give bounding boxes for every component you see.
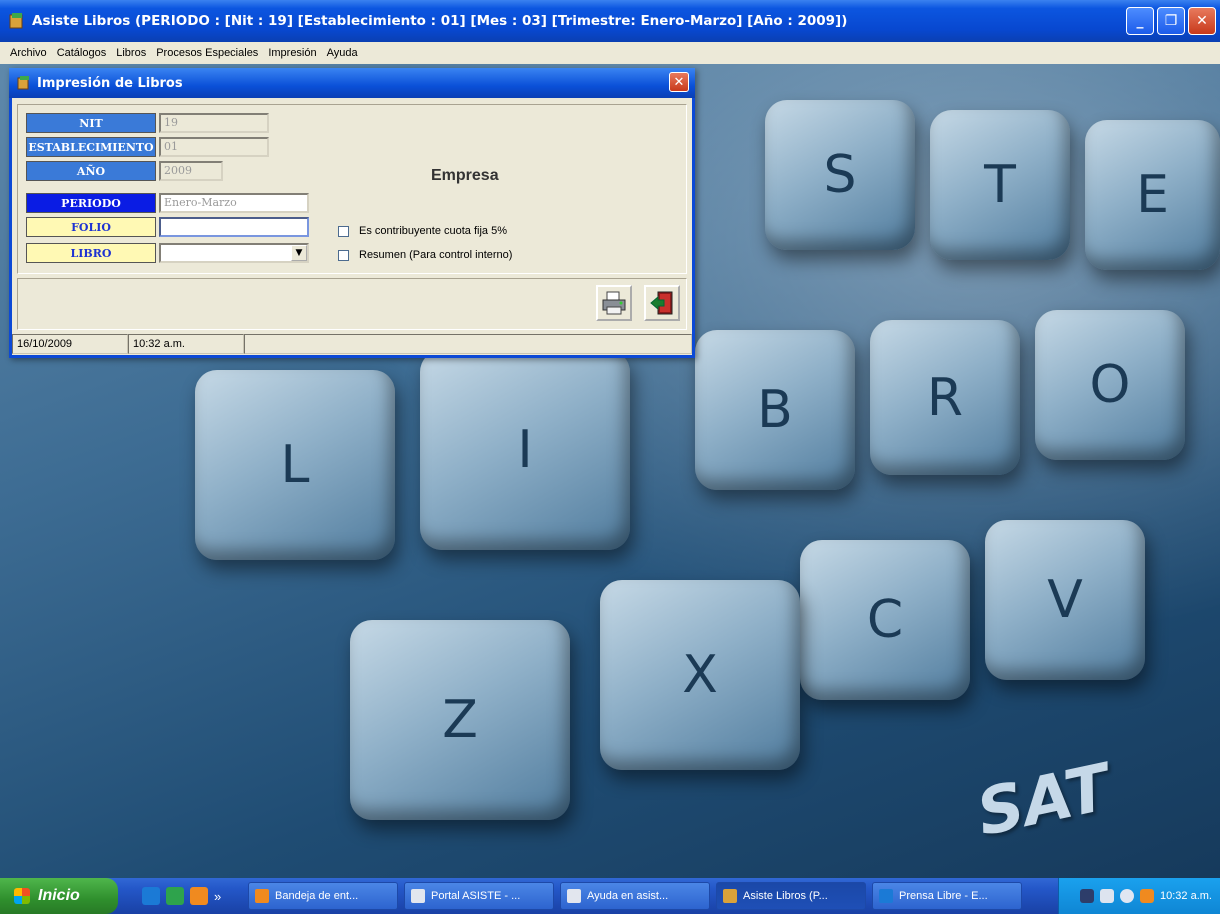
anio-field: 2009: [159, 161, 223, 181]
libro-select[interactable]: ▼: [159, 243, 309, 263]
impresion-libros-dialog: Impresión de Libros ✕ NIT 19 ESTABLECIMI…: [9, 68, 695, 358]
windows-flag-icon: [14, 888, 30, 904]
chevron-right-icon[interactable]: »: [214, 889, 221, 904]
form-panel: NIT 19 ESTABLECIMIENTO 01 AÑO 2009 Empre…: [17, 104, 687, 274]
sat-logo: SAT: [970, 750, 1117, 852]
menu-catalogos[interactable]: Catálogos: [57, 47, 107, 59]
outlook-task-icon: [255, 889, 269, 903]
menu-libros[interactable]: Libros: [116, 47, 146, 59]
task-prensa-libre[interactable]: Prensa Libre - E...: [872, 882, 1022, 910]
folio-input[interactable]: [159, 217, 309, 237]
task-asiste-libros[interactable]: Asiste Libros (P...: [716, 882, 866, 910]
main-window-titlebar[interactable]: Asiste Libros (PERIODO : [Nit : 19] [Est…: [0, 0, 1220, 42]
libro-label: LIBRO: [26, 243, 156, 263]
wallpaper-key-x: X: [600, 580, 800, 770]
system-tray: 10:32 a.m.: [1058, 878, 1220, 914]
printer-icon: [602, 291, 626, 315]
menu-procesos-especiales[interactable]: Procesos Especiales: [156, 47, 258, 59]
print-button[interactable]: [596, 285, 632, 321]
wallpaper-key-c: C: [800, 540, 970, 700]
resumen-checkbox-row[interactable]: Resumen (Para control interno): [338, 249, 512, 261]
wallpaper-key-z: Z: [350, 620, 570, 820]
window-controls: _ ❐ ✕: [1126, 7, 1216, 35]
menu-archivo[interactable]: Archivo: [10, 47, 47, 59]
window-task-icon: [411, 889, 425, 903]
task-label: Bandeja de ent...: [275, 890, 359, 902]
outlook-tray-icon[interactable]: [1140, 889, 1155, 903]
start-button[interactable]: Inicio: [0, 878, 118, 914]
resumen-label: Resumen (Para control interno): [359, 249, 513, 261]
wallpaper-key-i: I: [420, 350, 630, 550]
start-label: Inicio: [38, 887, 80, 904]
dialog-app-icon: [17, 76, 29, 90]
wallpaper-key-v: V: [985, 520, 1145, 680]
periodo-field: Enero-Marzo: [159, 193, 309, 213]
wallpaper-key-o: O: [1035, 310, 1185, 460]
close-button[interactable]: ✕: [1188, 7, 1216, 35]
wallpaper-key-e: E: [1085, 120, 1220, 270]
wallpaper-key-r: R: [870, 320, 1020, 475]
wallpaper-key-b: B: [695, 330, 855, 490]
folio-label: FOLIO: [26, 217, 156, 237]
minimize-button[interactable]: _: [1126, 7, 1154, 35]
taskbar: Inicio » Bandeja de ent... Portal ASISTE…: [0, 878, 1220, 914]
cuota-fija-label: Es contribuyente cuota fija 5%: [359, 225, 507, 237]
exit-button[interactable]: [644, 285, 680, 321]
task-label: Asiste Libros (P...: [743, 890, 828, 902]
app-task-icon: [723, 889, 737, 903]
ie-task-icon: [879, 889, 893, 903]
task-ayuda-asist[interactable]: Ayuda en asist...: [560, 882, 710, 910]
task-bandeja[interactable]: Bandeja de ent...: [248, 882, 398, 910]
nit-label: NIT: [26, 113, 156, 133]
help-tray-icon[interactable]: [1080, 889, 1095, 903]
periodo-label: PERIODO: [26, 193, 156, 213]
network-tray-icon[interactable]: [1100, 889, 1115, 903]
status-time: 10:32 a.m.: [128, 334, 244, 354]
quick-launch: »: [142, 887, 242, 905]
back-tray-icon[interactable]: [1120, 889, 1135, 903]
status-date: 16/10/2009: [12, 334, 128, 354]
dialog-titlebar[interactable]: Impresión de Libros ✕: [9, 68, 695, 98]
establecimiento-field: 01: [159, 137, 269, 157]
task-label: Portal ASISTE - ...: [431, 890, 521, 902]
task-label: Prensa Libre - E...: [899, 890, 988, 902]
window-title: Asiste Libros (PERIODO : [Nit : 19] [Est…: [32, 13, 848, 29]
task-portal-asiste[interactable]: Portal ASISTE - ...: [404, 882, 554, 910]
wallpaper-key-s: S: [765, 100, 915, 250]
wallpaper-key-l: L: [195, 370, 395, 560]
cuota-fija-checkbox[interactable]: [338, 225, 349, 237]
menu-impresion[interactable]: Impresión: [268, 47, 316, 59]
chevron-down-icon[interactable]: ▼: [291, 245, 307, 261]
status-bar: 16/10/2009 10:32 a.m.: [12, 334, 692, 354]
nit-field: 19: [159, 113, 269, 133]
anio-label: AÑO: [26, 161, 156, 181]
ie-icon[interactable]: [142, 887, 160, 905]
button-panel: [17, 278, 687, 330]
dialog-title: Impresión de Libros: [37, 75, 183, 91]
task-label: Ayuda en asist...: [587, 890, 669, 902]
menu-ayuda[interactable]: Ayuda: [327, 47, 358, 59]
resumen-checkbox[interactable]: [338, 249, 349, 261]
dialog-close-button[interactable]: ✕: [669, 72, 689, 92]
maximize-button[interactable]: ❐: [1157, 7, 1185, 35]
establecimiento-label: ESTABLECIMIENTO: [26, 137, 156, 157]
empresa-heading: Empresa: [431, 167, 499, 184]
exit-door-icon: [650, 291, 673, 315]
wallpaper-key-t: T: [930, 110, 1070, 260]
menu-bar: Archivo Catálogos Libros Procesos Especi…: [0, 42, 1220, 64]
app-icon: [9, 13, 23, 29]
cuota-fija-checkbox-row[interactable]: Es contribuyente cuota fija 5%: [338, 225, 507, 237]
clock: 10:32 a.m.: [1160, 890, 1212, 902]
outlook-icon[interactable]: [190, 887, 208, 905]
window-task-icon: [567, 889, 581, 903]
status-empty: [244, 334, 692, 354]
desktop-icon[interactable]: [166, 887, 184, 905]
